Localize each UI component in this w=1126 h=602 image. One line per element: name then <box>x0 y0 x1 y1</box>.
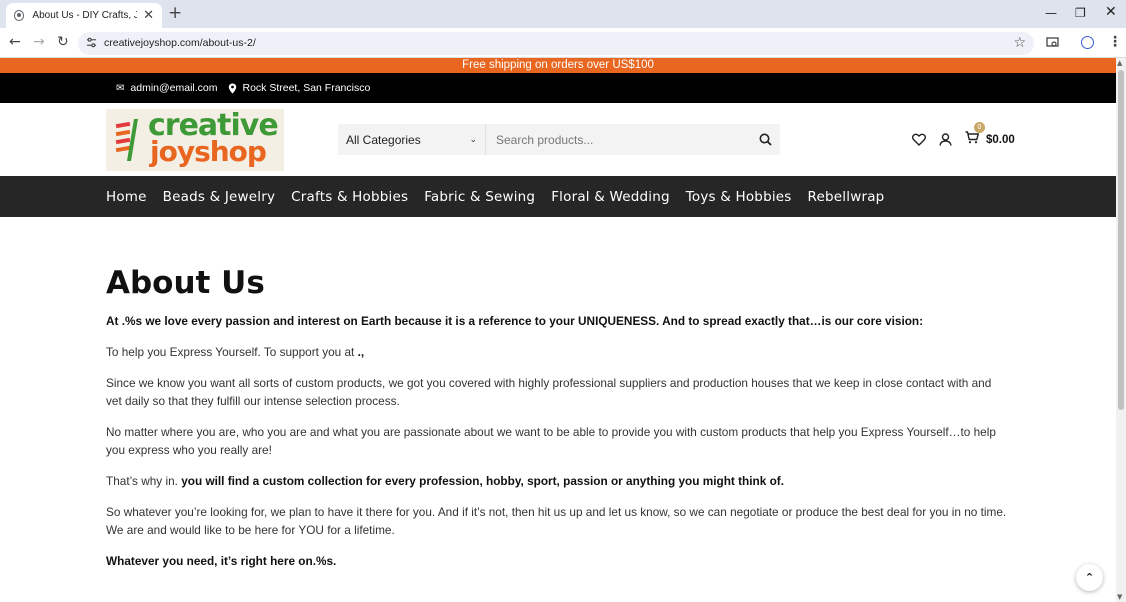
forward-arrow-icon[interactable]: → <box>33 35 45 49</box>
back-to-top-button[interactable]: ⌃ <box>1076 564 1103 591</box>
lifetime-paragraph: So whatever you’re looking for, we plan … <box>106 505 1007 537</box>
page-content: About Us At .%s we love every passion an… <box>0 217 1116 570</box>
profile-icon[interactable] <box>1081 36 1094 49</box>
page-title: About Us <box>106 265 265 301</box>
closing-paragraph: Whatever you need, it’s right here on.%s… <box>106 554 337 568</box>
collection-text-bold: you will find a custom collection for ev… <box>181 474 784 488</box>
scroll-up-icon[interactable]: ▲ <box>1117 59 1122 67</box>
webpage: Free shipping on orders over US$100 ✉ ad… <box>0 58 1116 602</box>
browser-menu-icon[interactable]: ⋮ <box>1108 35 1122 49</box>
products-paragraph: No matter where you are, who you are and… <box>106 425 996 457</box>
category-select[interactable]: All Categories ⌄ <box>338 124 486 155</box>
favicon-icon <box>14 10 25 21</box>
header-icons: 0 $0.00 <box>912 122 1015 148</box>
address-info: Rock Street, San Francisco <box>228 82 371 94</box>
user-icon[interactable] <box>939 133 952 146</box>
logo-mark-icon <box>115 119 138 161</box>
reload-icon[interactable]: ↻ <box>57 35 69 49</box>
suppliers-paragraph: Since we know you want all sorts of cust… <box>106 376 992 408</box>
chevron-up-icon: ⌃ <box>1084 571 1095 584</box>
promo-bar: Free shipping on orders over US$100 <box>0 58 1116 73</box>
mission-text-bold: ., <box>357 345 365 359</box>
search-form: All Categories ⌄ <box>338 124 780 155</box>
logo-text-joyshop: joyshop <box>150 135 267 168</box>
site-info-icon[interactable] <box>86 37 97 48</box>
new-tab-button[interactable]: + <box>168 5 182 22</box>
page-scrollbar[interactable]: ▲ ▼ <box>1116 58 1126 602</box>
close-window-button[interactable]: ✕ <box>1105 4 1117 20</box>
location-pin-icon <box>228 83 236 93</box>
tab-title: About Us - DIY Crafts, Jewelry S <box>32 10 138 21</box>
scroll-down-icon[interactable]: ▼ <box>1117 593 1122 601</box>
nav-item-crafts-hobbies[interactable]: Crafts & Hobbies <box>291 189 408 205</box>
cart-icon <box>965 131 980 144</box>
browser-tab[interactable]: About Us - DIY Crafts, Jewelry S ✕ <box>6 3 162 28</box>
cast-icon[interactable] <box>1046 37 1059 49</box>
bookmark-star-icon[interactable]: ☆ <box>1013 35 1026 51</box>
email-text: admin@email.com <box>130 82 218 94</box>
cart-total[interactable]: $0.00 <box>986 134 1015 146</box>
minimize-button[interactable]: — <box>1045 6 1057 20</box>
main-navigation: Home Beads & Jewelry Crafts & Hobbies Fa… <box>0 176 1116 217</box>
top-info-bar: ✉ admin@email.com Rock Street, San Franc… <box>0 73 1116 103</box>
collection-text: That’s why in. <box>106 474 182 488</box>
cart-count-badge: 0 <box>974 122 985 133</box>
maximize-button[interactable]: ❐ <box>1075 6 1086 20</box>
search-icon <box>759 133 772 146</box>
browser-tabbar: About Us - DIY Crafts, Jewelry S ✕ + — ❐… <box>0 0 1126 28</box>
nav-item-beads-jewelry[interactable]: Beads & Jewelry <box>163 189 275 205</box>
nav-item-toys-hobbies[interactable]: Toys & Hobbies <box>686 189 792 205</box>
chevron-down-icon: ⌄ <box>469 134 477 144</box>
scrollbar-thumb[interactable] <box>1118 70 1124 410</box>
site-header: creative joyshop All Categories ⌄ Search… <box>0 103 1116 176</box>
nav-item-fabric-sewing[interactable]: Fabric & Sewing <box>424 189 535 205</box>
envelope-icon: ✉ <box>116 82 125 94</box>
tab-close-icon[interactable]: ✕ <box>143 9 154 22</box>
category-select-value: All Categories <box>346 132 421 147</box>
url-text: creativejoyshop.com/about-us-2/ <box>104 37 256 49</box>
mission-text: To help you Express Yourself. To support… <box>106 345 358 359</box>
nav-item-floral-wedding[interactable]: Floral & Wedding <box>551 189 670 205</box>
nav-item-home[interactable]: Home <box>106 189 147 205</box>
address-text: Rock Street, San Francisco <box>242 82 371 94</box>
browser-toolbar: ← → ↻ creativejoyshop.com/about-us-2/ ☆ … <box>0 28 1126 58</box>
email-info[interactable]: ✉ admin@email.com <box>116 82 218 94</box>
address-bar[interactable]: creativejoyshop.com/about-us-2/ ☆ <box>78 32 1034 55</box>
back-arrow-icon[interactable]: ← <box>9 35 21 49</box>
cart-button[interactable]: 0 <box>965 122 985 148</box>
collection-paragraph: That’s why in. you will find a custom co… <box>106 472 1010 490</box>
mission-paragraph: To help you Express Yourself. To support… <box>106 343 1010 361</box>
wishlist-icon[interactable] <box>912 133 926 146</box>
nav-item-rebellwrap[interactable]: Rebellwrap <box>808 189 885 205</box>
site-logo[interactable]: creative joyshop <box>106 109 284 171</box>
search-input[interactable] <box>486 124 750 155</box>
search-button[interactable] <box>750 124 780 155</box>
intro-paragraph: At .%s we love every passion and interes… <box>106 314 924 328</box>
